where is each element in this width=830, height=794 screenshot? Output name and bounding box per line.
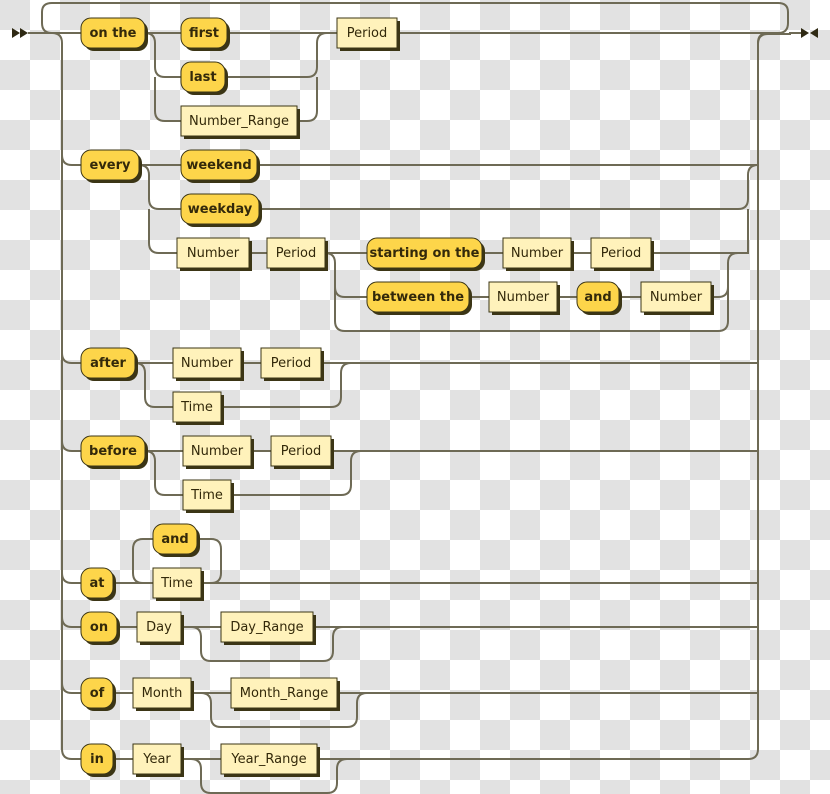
node-label: of bbox=[90, 686, 105, 701]
node-label: Number bbox=[511, 246, 564, 261]
terminal-every: every bbox=[80, 149, 142, 183]
node-label: on bbox=[90, 620, 108, 635]
terminal-weekend: weekend bbox=[180, 149, 260, 183]
node-label: Period bbox=[601, 246, 642, 261]
node-label: every bbox=[90, 158, 132, 173]
connector-line bbox=[148, 209, 177, 254]
nonterminal-period-4: Period bbox=[260, 347, 324, 381]
connector-line bbox=[225, 32, 337, 78]
terminal-after: after bbox=[80, 347, 138, 381]
terminal-of: of bbox=[80, 677, 116, 711]
connector-line bbox=[144, 450, 183, 496]
nonterminal-number-7: Number bbox=[182, 435, 254, 469]
node-label: Year bbox=[142, 752, 171, 767]
connector-line bbox=[757, 32, 801, 45]
node-label: in bbox=[90, 752, 104, 767]
nonterminal-number-2: Number bbox=[176, 237, 252, 271]
node-label: Day_Range bbox=[230, 620, 303, 635]
node-label: first bbox=[189, 26, 219, 41]
node-label: and bbox=[161, 532, 188, 547]
node-label: Year_Range bbox=[230, 752, 306, 767]
terminal-on-the: on the bbox=[80, 17, 148, 51]
nonterminal-number-6: Number bbox=[172, 347, 244, 381]
connector-line bbox=[154, 77, 181, 122]
connector-line bbox=[61, 682, 81, 694]
connector-line bbox=[747, 32, 769, 760]
terminal-weekday: weekday bbox=[180, 193, 262, 227]
node-label: Period bbox=[271, 356, 312, 371]
node-label: Month bbox=[142, 686, 183, 701]
nonterminal-time-3: Time bbox=[152, 567, 204, 601]
node-label: at bbox=[90, 576, 105, 591]
node-label: Number bbox=[187, 246, 240, 261]
node-label: Number_Range bbox=[189, 114, 289, 129]
connector-line bbox=[259, 164, 759, 210]
node-label: Period bbox=[347, 26, 388, 41]
node-label: and bbox=[584, 290, 611, 305]
nonterminal-time-2: Time bbox=[182, 479, 234, 513]
node-label: Time bbox=[160, 576, 193, 591]
diagram-nodes: on the first last Number_Range Period every we… bbox=[80, 17, 714, 777]
terminal-first: first bbox=[180, 17, 230, 51]
node-label: Period bbox=[281, 444, 322, 459]
connector-line bbox=[61, 440, 81, 452]
connector-line bbox=[144, 32, 181, 78]
node-label: after bbox=[90, 356, 126, 371]
terminal-and-2: and bbox=[152, 523, 200, 557]
nonterminal-period-2: Period bbox=[266, 237, 328, 271]
nonterminal-period-3: Period bbox=[590, 237, 654, 271]
end-arrow-icon bbox=[801, 28, 818, 38]
nonterminal-period-5: Period bbox=[270, 435, 334, 469]
connector-line bbox=[51, 32, 81, 760]
terminal-between-the: between the bbox=[366, 281, 472, 315]
start-arrow-icon bbox=[12, 28, 28, 38]
terminal-at: at bbox=[80, 567, 116, 601]
nonterminal-period-1: Period bbox=[336, 17, 400, 51]
nonterminal-year-range: Year_Range bbox=[220, 743, 320, 777]
node-label: weekend bbox=[186, 158, 251, 173]
nonterminal-month-range: Month_Range bbox=[230, 677, 340, 711]
connector-line bbox=[134, 362, 173, 408]
node-label: Day bbox=[146, 620, 172, 635]
connector-line bbox=[61, 572, 81, 584]
terminal-before: before bbox=[80, 435, 148, 469]
node-label: Time bbox=[190, 488, 223, 503]
terminal-starting-on-the: starting on the bbox=[366, 237, 485, 271]
node-label: on the bbox=[90, 26, 137, 41]
nonterminal-number-3: Number bbox=[502, 237, 574, 271]
nonterminal-number-4: Number bbox=[488, 281, 560, 315]
node-label: before bbox=[89, 444, 137, 459]
nonterminal-year: Year bbox=[132, 743, 184, 777]
node-label: weekday bbox=[188, 202, 253, 217]
connector-line bbox=[132, 538, 153, 584]
node-label: starting on the bbox=[370, 246, 480, 261]
node-label: between the bbox=[372, 290, 464, 305]
terminal-in: in bbox=[80, 743, 116, 777]
railroad-diagram: on the first last Number_Range Period every we… bbox=[12, 2, 818, 794]
terminal-last: last bbox=[180, 61, 228, 95]
nonterminal-number-5: Number bbox=[640, 281, 714, 315]
connector-line bbox=[41, 2, 789, 34]
nonterminal-number-range: Number_Range bbox=[180, 105, 300, 139]
terminal-and-1: and bbox=[576, 281, 622, 315]
node-label: last bbox=[189, 70, 216, 85]
node-label: Month_Range bbox=[240, 686, 328, 701]
node-label: Number bbox=[497, 290, 550, 305]
connector-line bbox=[61, 616, 81, 628]
node-label: Number bbox=[191, 444, 244, 459]
nonterminal-day: Day bbox=[136, 611, 184, 645]
terminal-on: on bbox=[80, 611, 120, 645]
connector-line bbox=[324, 252, 367, 298]
node-label: Time bbox=[180, 400, 213, 415]
connector-line bbox=[61, 154, 81, 166]
connector-line bbox=[138, 164, 181, 210]
nonterminal-day-range: Day_Range bbox=[220, 611, 316, 645]
node-label: Number bbox=[181, 356, 234, 371]
nonterminal-month: Month bbox=[132, 677, 194, 711]
connector-lines bbox=[28, 2, 801, 794]
node-label: Number bbox=[650, 290, 703, 305]
connector-line bbox=[61, 352, 81, 364]
node-label: Period bbox=[276, 246, 317, 261]
nonterminal-time-1: Time bbox=[172, 391, 224, 425]
